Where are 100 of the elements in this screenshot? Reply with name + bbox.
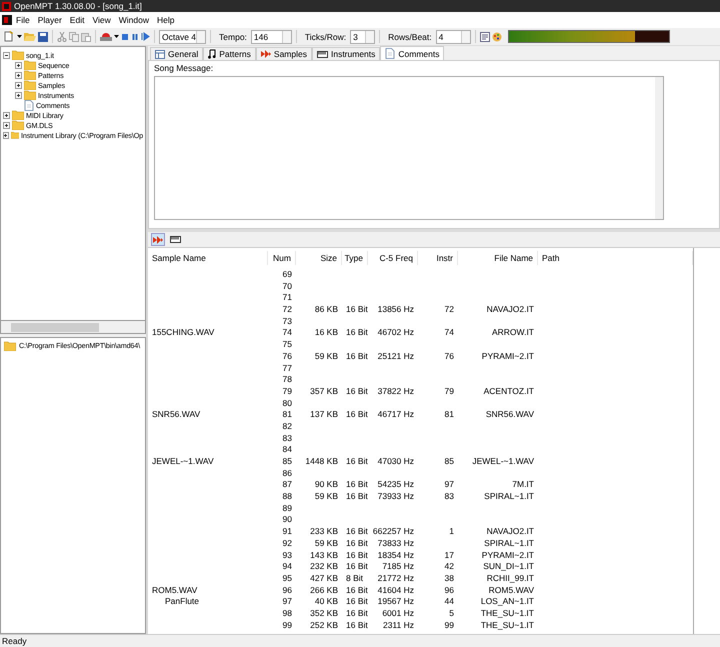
tab[interactable]: Comments: [380, 46, 444, 60]
sample-name: 155CHING.WAV: [152, 327, 214, 338]
menu-item[interactable]: Player: [34, 15, 66, 25]
record-icon[interactable]: [100, 32, 112, 42]
stop-icon[interactable]: [121, 32, 129, 40]
expand-icon[interactable]: [15, 62, 22, 68]
table-cell: 6001 Hz: [382, 608, 414, 618]
table-cell: 7M.IT: [512, 479, 534, 490]
column-header[interactable]: File Name: [458, 251, 538, 265]
table-cell: 16 Bit: [346, 409, 368, 420]
table-cell: 25121 Hz: [378, 350, 414, 361]
table-cell: 73933 Hz: [378, 491, 414, 502]
table-cell: 85: [444, 456, 454, 466]
table-cell: 16 Bit: [346, 620, 368, 630]
pause-icon[interactable]: [131, 32, 139, 40]
menu-item[interactable]: File: [12, 15, 34, 25]
document-icon: [24, 100, 34, 110]
table-cell: 78: [282, 374, 292, 384]
table-cell: 44: [444, 596, 454, 606]
folder-icon: [24, 90, 36, 100]
sample-name: JEWEL-~1.WAV: [152, 456, 214, 466]
table-cell: 97: [282, 596, 292, 606]
expand-icon[interactable]: [15, 92, 22, 98]
play-icon[interactable]: [141, 32, 150, 41]
table-cell: 16 Bit: [346, 491, 368, 502]
table-cell: 72: [282, 304, 292, 314]
column-header[interactable]: Sample Name: [148, 251, 268, 265]
horizontal-scrollbar[interactable]: [0, 321, 146, 334]
table-cell: 41604 Hz: [378, 584, 414, 595]
tab[interactable]: General: [150, 47, 204, 60]
properties-icon[interactable]: [480, 32, 490, 42]
palette-icon[interactable]: [492, 32, 502, 42]
table-cell: 85: [282, 456, 292, 466]
octave-spinbox[interactable]: Octave 4: [159, 30, 206, 44]
table-cell: 16 Bit: [346, 456, 368, 466]
table-cell: 2311 Hz: [382, 620, 414, 630]
rows-per-beat-label: Rows/Beat:: [388, 32, 432, 42]
column-header[interactable]: C-5 Freq: [368, 251, 418, 265]
save-icon[interactable]: [38, 32, 48, 42]
table-cell: 16 Bit: [346, 304, 368, 314]
menu-item[interactable]: Help: [152, 15, 178, 25]
ticks-per-row-label: Ticks/Row:: [304, 32, 346, 42]
tab[interactable]: Samples: [256, 47, 312, 60]
tab[interactable]: Instruments: [312, 47, 380, 60]
table-cell: 16 Bit: [346, 596, 368, 606]
samples-view-button[interactable]: [151, 233, 165, 246]
table-cell: 59 KB: [314, 491, 338, 502]
column-header[interactable]: Path: [538, 251, 693, 265]
menu-item[interactable]: View: [88, 15, 115, 25]
table-cell: SPIRAL~1.IT: [484, 538, 534, 548]
table-cell: 352 KB: [310, 608, 338, 618]
column-header[interactable]: Instr: [418, 251, 458, 265]
table-cell: 74: [282, 327, 292, 338]
table-cell: 5: [449, 608, 454, 618]
column-header[interactable]: Size: [296, 251, 342, 265]
ticks-per-row-spinbox[interactable]: 3: [350, 30, 376, 44]
keyboard-icon: [170, 236, 180, 243]
table-cell: 90 KB: [314, 479, 338, 490]
table-cell: 90: [282, 514, 292, 524]
table-cell: 7185 Hz: [382, 561, 414, 572]
table-cell: 17: [444, 550, 454, 560]
table-cell: 21772 Hz: [378, 572, 414, 583]
folder-icon: [24, 60, 36, 70]
table-cell: 16 Bit: [346, 526, 368, 536]
table-cell: 59 KB: [314, 538, 338, 548]
collapse-icon[interactable]: [3, 52, 10, 58]
table-cell: 1448 KB: [305, 456, 338, 466]
table-cell: ARROW.IT: [492, 327, 534, 338]
new-file-icon[interactable]: [4, 31, 15, 42]
song-message-field[interactable]: [154, 76, 664, 220]
table-cell: 96: [444, 584, 454, 595]
dropdown-caret-icon[interactable]: [17, 34, 22, 38]
table-cell: 252 KB: [310, 620, 338, 630]
expand-icon[interactable]: [3, 112, 10, 118]
tab[interactable]: Patterns: [203, 47, 256, 60]
column-header[interactable]: Type: [342, 251, 368, 265]
table-cell: NAVAJO2.IT: [486, 304, 534, 314]
table-cell: 16 Bit: [346, 550, 368, 560]
table-cell: 42: [444, 561, 454, 572]
table-cell: 76: [282, 350, 292, 361]
expand-icon[interactable]: [3, 122, 10, 128]
expand-icon[interactable]: [15, 72, 22, 78]
instruments-view-button[interactable]: [168, 233, 182, 246]
rows-per-beat-spinbox[interactable]: 4: [436, 30, 471, 44]
table-cell: 16 Bit: [346, 327, 368, 338]
table-cell: PYRAMI~2.IT: [482, 550, 534, 560]
column-header[interactable]: Num: [268, 251, 296, 265]
table-cell: 37822 Hz: [378, 386, 414, 396]
menu-item[interactable]: Window: [114, 15, 153, 25]
menu-item[interactable]: Edit: [66, 15, 88, 25]
table-cell: 59 KB: [314, 350, 338, 361]
expand-icon[interactable]: [15, 82, 22, 88]
dropdown-caret-icon[interactable]: [114, 34, 119, 38]
window-title: OpenMPT 1.30.08.00 - [song_1.it]: [14, 1, 142, 11]
table-cell: 79: [282, 386, 292, 396]
table-cell: 99: [282, 620, 292, 630]
app-icon[interactable]: [2, 15, 12, 25]
tempo-spinbox[interactable]: 146: [250, 30, 292, 44]
expand-icon[interactable]: [3, 132, 9, 138]
table-cell: 427 KB: [310, 572, 338, 583]
